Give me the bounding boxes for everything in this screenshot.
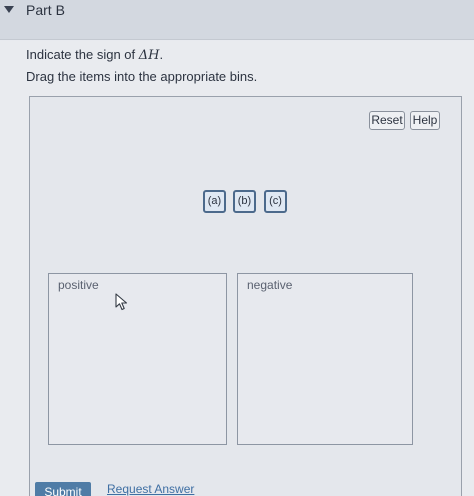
- help-button[interactable]: Help: [410, 111, 440, 130]
- part-header[interactable]: Part B: [0, 0, 474, 40]
- mouse-cursor-icon: [115, 293, 128, 311]
- drag-item-b[interactable]: (b): [233, 190, 256, 213]
- bin-negative-label: negative: [247, 278, 293, 292]
- bin-negative[interactable]: negative: [237, 273, 413, 445]
- question-text: Indicate the sign of ΔH.: [26, 47, 163, 63]
- page: Part B Indicate the sign of ΔH. Drag the…: [0, 0, 474, 496]
- question-prefix: Indicate the sign of: [26, 47, 139, 62]
- bin-positive[interactable]: positive: [48, 273, 227, 445]
- request-answer-link[interactable]: Request Answer: [107, 482, 194, 496]
- part-title: Part B: [26, 2, 65, 18]
- content-area: Indicate the sign of ΔH. Drag the items …: [0, 41, 474, 496]
- submit-button[interactable]: Submit: [35, 482, 91, 496]
- question-suffix: .: [159, 47, 164, 62]
- instruction-text: Drag the items into the appropriate bins…: [26, 69, 258, 84]
- delta-h-math: ΔH: [138, 48, 160, 63]
- drag-item-c[interactable]: (c): [264, 190, 287, 213]
- bin-positive-label: positive: [58, 278, 99, 292]
- reset-button[interactable]: Reset: [369, 111, 405, 130]
- drag-item-a[interactable]: (a): [203, 190, 226, 213]
- drag-drop-workspace: Reset Help (a) (b) (c) positive negative: [29, 96, 462, 496]
- triangle-down-icon[interactable]: [4, 6, 14, 13]
